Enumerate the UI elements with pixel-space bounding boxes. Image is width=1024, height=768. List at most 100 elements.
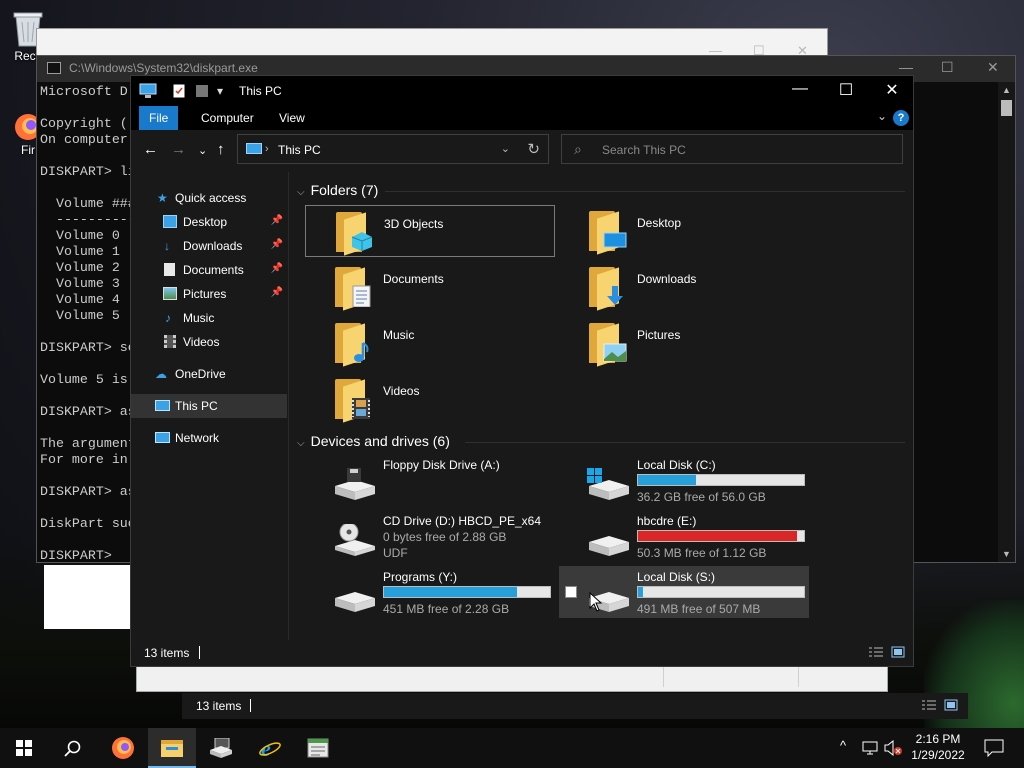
notification-center-icon[interactable] [984,739,1004,757]
search-box[interactable]: ⌕ Search This PC [561,134,903,164]
folder-tile-desktop[interactable]: Desktop [559,205,809,257]
details-view-icon[interactable] [869,646,883,658]
address-dropdown-icon[interactable]: ⌄ [501,142,510,155]
sidebar-item-music[interactable]: ♪ Music [131,306,287,330]
minimize-icon[interactable]: — [899,59,913,75]
scroll-down-icon[interactable]: ▼ [1002,549,1011,559]
folder-icon [589,209,627,255]
console-output[interactable]: Microsoft D Copyright ( On computer DISK… [40,84,136,564]
back-arrow-icon[interactable]: ← [143,141,158,158]
folder-tile-music[interactable]: Music [305,317,555,369]
group-header-devices[interactable]: ⌵ Devices and drives (6) [297,433,450,449]
breadcrumb[interactable]: This PC [278,143,321,157]
drive-name: Programs (Y:) [383,570,458,584]
maximize-icon[interactable]: ☐ [941,59,954,76]
large-icons-view-icon[interactable] [944,699,958,711]
sidebar-item-videos[interactable]: Videos [131,330,287,354]
up-arrow-icon[interactable]: ↑ [217,141,225,158]
drive-free-space: 491 MB free of 507 MB [637,602,761,616]
folder-icon [336,210,374,256]
sidebar-item-desktop[interactable]: Desktop 📌 [131,210,287,234]
taskbar-diskpart[interactable] [197,728,245,768]
help-icon[interactable]: ? [893,110,909,126]
group-header-folders[interactable]: ⌵ Folders (7) [297,182,378,198]
close-icon[interactable]: ✕ [869,80,915,100]
customize-toolbar-icon[interactable]: ▾ [217,84,223,98]
scroll-up-icon[interactable]: ▲ [1002,85,1011,95]
pin-icon[interactable]: 📌 [271,239,283,250]
drive-filesystem: UDF [383,546,408,560]
large-icons-view-icon[interactable] [891,646,905,658]
taskbar-firefox[interactable] [99,728,147,768]
pin-icon[interactable]: 📌 [271,263,283,274]
forward-arrow-icon[interactable]: → [171,141,186,158]
window-title: This PC [239,84,282,98]
drive-usage-bar [637,530,805,542]
scrollbar-thumb[interactable] [1001,100,1012,116]
diskpart-icon [210,738,232,758]
svg-text:e: e [261,736,271,760]
sidebar-item-quick-access[interactable]: ★ Quick access [131,186,287,210]
sidebar-item-downloads[interactable]: ↓ Downloads 📌 [131,234,287,258]
folder-icon [335,265,373,311]
maximize-icon[interactable]: ☐ [823,80,869,100]
volume-muted-icon[interactable] [884,740,902,756]
folder-name: Downloads [637,272,697,286]
refresh-icon[interactable]: ↻ [527,140,540,158]
drive-tile-hbcdre-e[interactable]: hbcdre (E:) 50.3 MB free of 1.12 GB [559,510,809,562]
drive-tile-programs-y[interactable]: Programs (Y:) 451 MB free of 2.28 GB [305,566,555,618]
sidebar-item-onedrive[interactable]: ☁ OneDrive [131,362,287,386]
search-icon: ⌕ [574,141,582,157]
document-icon [352,285,371,307]
console-scrollbar[interactable]: ▲ ▼ [998,82,1015,562]
tab-computer[interactable]: Computer [191,106,264,130]
sidebar-item-network[interactable]: Network [131,426,287,450]
content-pane[interactable]: ⌵ Folders (7) 3D Objects Desktop Document… [291,172,913,642]
details-view-icon[interactable] [922,699,936,711]
folder-name: Music [383,328,415,342]
floppy-drive-icon [335,468,375,500]
taskbar-file-explorer[interactable] [148,728,196,768]
selection-checkbox[interactable] [565,586,577,598]
file-explorer-window[interactable]: ▾ This PC — ☐ ✕ File Computer View ⌄ ? ←… [130,75,914,667]
taskbar-search-button[interactable] [48,728,96,768]
folder-tile-downloads[interactable]: Downloads [559,261,809,313]
folder-tile-pictures[interactable]: Pictures [559,317,809,369]
divider [385,191,905,192]
sidebar-item-this-pc[interactable]: This PC [131,394,287,418]
sidebar-item-pictures[interactable]: Pictures 📌 [131,282,287,306]
show-hidden-icons-chevron-icon[interactable]: ^ [840,738,846,753]
folder-tile-3d-objects[interactable]: 3D Objects [305,205,555,257]
folder-tile-documents[interactable]: Documents [305,261,555,313]
drive-tile-floppy-a[interactable]: Floppy Disk Drive (A:) [305,454,555,506]
drive-tile-local-c[interactable]: Local Disk (C:) 36.2 GB free of 56.0 GB [559,454,809,506]
taskbar-internet-explorer[interactable]: e [246,728,294,768]
search-input[interactable]: Search This PC [602,143,686,157]
address-bar[interactable]: › This PC ⌄ ↻ [237,134,549,164]
drive-free-space: 50.3 MB free of 1.12 GB [637,546,767,560]
pin-icon[interactable]: 📌 [271,287,283,298]
sidebar-item-label: Downloads [183,239,243,253]
tab-file[interactable]: File [139,106,179,130]
start-button[interactable] [0,728,48,768]
system-clock[interactable]: 2:16 PM 1/29/2022 [908,731,968,763]
pane-divider[interactable] [288,172,289,642]
tab-view[interactable]: View [269,106,315,130]
minimize-icon[interactable]: — [777,80,823,98]
pin-icon[interactable]: 📌 [271,215,283,226]
recent-locations-chevron-icon[interactable]: ⌄ [198,144,207,157]
taskbar-document-app[interactable] [295,728,343,768]
new-folder-icon[interactable] [195,84,209,101]
navigation-pane[interactable]: ★ Quick access Desktop 📌 ↓ Downloads 📌 D… [131,172,287,642]
breadcrumb-separator-icon[interactable]: › [265,143,269,155]
background-window-titlebar[interactable]: — ☐ ✕ [36,28,828,58]
close-icon[interactable]: ✕ [987,59,999,76]
explorer-titlebar[interactable]: ▾ This PC — ☐ ✕ [131,76,913,106]
properties-icon[interactable] [173,84,185,101]
drive-tile-cd-d[interactable]: CD Drive (D:) HBCD_PE_x64 0 bytes free o… [305,510,555,562]
sidebar-item-documents[interactable]: Documents 📌 [131,258,287,282]
group-title: Folders (7) [310,182,379,198]
expand-ribbon-icon[interactable]: ⌄ [877,109,887,123]
network-status-icon[interactable] [862,740,878,756]
folder-tile-videos[interactable]: Videos [305,373,555,425]
